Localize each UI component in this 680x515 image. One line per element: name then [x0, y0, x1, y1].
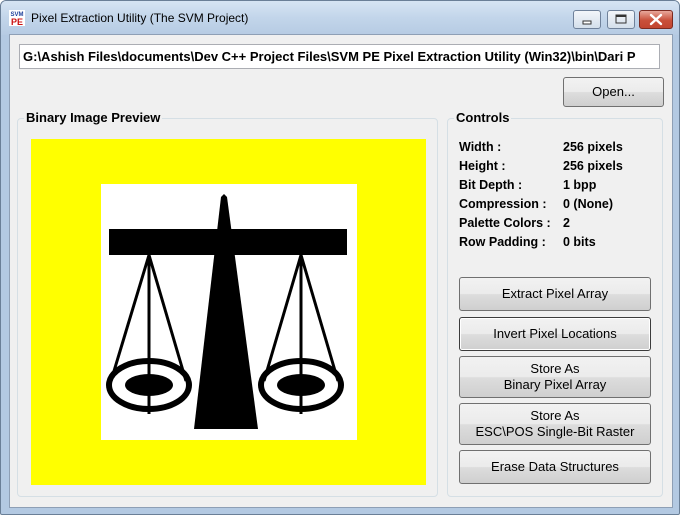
width-label: Width :	[459, 140, 502, 154]
maximize-button[interactable]	[607, 10, 635, 29]
compression-value: 0 (None)	[563, 197, 613, 211]
bit-depth-value: 1 bpp	[563, 178, 597, 192]
maximize-icon	[615, 14, 627, 24]
invert-pixel-locations-button[interactable]: Invert Pixel Locations	[459, 317, 651, 351]
invert-pixel-locations-label: Invert Pixel Locations	[493, 326, 617, 341]
store-esc-pos-raster-button[interactable]: Store As ESC\POS Single-Bit Raster	[459, 403, 651, 445]
store-binary-line2: Binary Pixel Array	[503, 377, 607, 392]
row-padding-label: Row Padding :	[459, 235, 546, 249]
close-button[interactable]	[639, 10, 673, 29]
close-icon	[649, 13, 663, 26]
minimize-button[interactable]	[573, 10, 601, 29]
width-value: 256 pixels	[563, 140, 623, 154]
title-bar[interactable]: SVM PE Pixel Extraction Utility (The SVM…	[1, 1, 679, 35]
window-title: Pixel Extraction Utility (The SVM Projec…	[31, 11, 249, 25]
palette-colors-label: Palette Colors :	[459, 216, 551, 230]
app-icon-text-bottom: PE	[11, 17, 23, 26]
store-esc-line2: ESC\POS Single-Bit Raster	[475, 424, 635, 439]
path-field[interactable]	[19, 44, 660, 69]
erase-data-structures-button[interactable]: Erase Data Structures	[459, 450, 651, 484]
store-esc-line1: Store As	[530, 408, 580, 423]
palette-colors-value: 2	[563, 216, 570, 230]
scales-image	[31, 139, 426, 485]
binary-image-preview	[31, 139, 426, 485]
controls-label: Controls	[454, 110, 512, 125]
height-value: 256 pixels	[563, 159, 623, 173]
minimize-icon	[582, 20, 592, 25]
store-binary-pixel-array-button[interactable]: Store As Binary Pixel Array	[459, 356, 651, 398]
bit-depth-label: Bit Depth :	[459, 178, 523, 192]
open-button[interactable]: Open...	[563, 77, 664, 107]
extract-pixel-array-button[interactable]: Extract Pixel Array	[459, 277, 651, 311]
app-window: SVM PE Pixel Extraction Utility (The SVM…	[0, 0, 680, 515]
row-padding-value: 0 bits	[563, 235, 596, 249]
app-icon: SVM PE	[9, 10, 25, 27]
open-button-label: Open...	[592, 84, 635, 99]
height-label: Height :	[459, 159, 506, 173]
store-binary-line1: Store As	[530, 361, 580, 376]
client-area: Open... Binary Image Preview	[9, 34, 673, 508]
extract-pixel-array-label: Extract Pixel Array	[501, 286, 609, 301]
compression-label: Compression :	[459, 197, 547, 211]
erase-data-structures-label: Erase Data Structures	[491, 459, 619, 474]
binary-image-preview-label: Binary Image Preview	[24, 110, 163, 125]
